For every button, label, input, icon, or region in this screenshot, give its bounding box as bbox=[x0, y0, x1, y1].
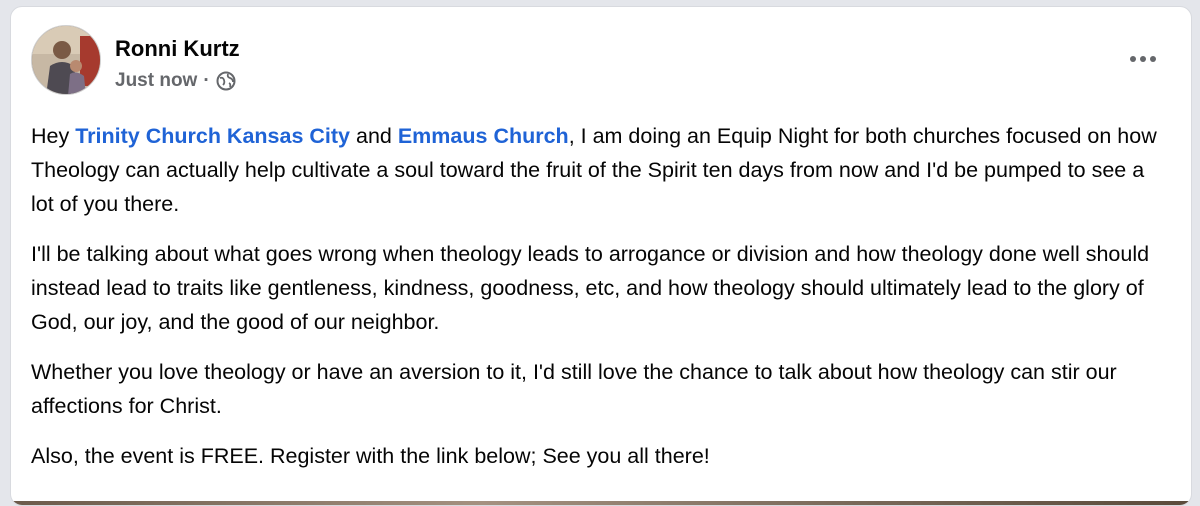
post-subline: Just now · bbox=[115, 69, 240, 93]
globe-icon[interactable] bbox=[216, 71, 236, 91]
paragraph-4: Also, the event is FREE. Register with t… bbox=[31, 444, 710, 468]
text-segment: Hey bbox=[31, 124, 76, 148]
text-segment: and bbox=[350, 124, 398, 148]
more-dot bbox=[1150, 56, 1156, 62]
post-body: Hey Trinity Church Kansas City and Emmau… bbox=[31, 119, 1171, 489]
timestamp[interactable]: Just now bbox=[115, 69, 197, 93]
avatar[interactable] bbox=[31, 25, 101, 95]
paragraph-2: I'll be talking about what goes wrong wh… bbox=[31, 242, 1150, 334]
link-emmaus-church[interactable]: Emmaus Church bbox=[398, 124, 569, 148]
more-dot bbox=[1130, 56, 1136, 62]
separator: · bbox=[203, 70, 210, 91]
attachment-preview-edge[interactable] bbox=[11, 501, 1191, 505]
more-options-icon[interactable] bbox=[1123, 47, 1163, 71]
post-header: Ronni Kurtz Just now · bbox=[31, 25, 240, 105]
post-meta: Ronni Kurtz Just now · bbox=[115, 25, 240, 93]
author-name[interactable]: Ronni Kurtz bbox=[115, 35, 240, 63]
paragraph-1: Hey Trinity Church Kansas City and Emmau… bbox=[31, 119, 1171, 221]
post-card: Ronni Kurtz Just now · Hey Trinity Churc… bbox=[10, 6, 1192, 506]
more-dot bbox=[1140, 56, 1146, 62]
paragraph-3: Whether you love theology or have an ave… bbox=[31, 360, 1117, 418]
link-trinity-church[interactable]: Trinity Church Kansas City bbox=[75, 124, 350, 148]
